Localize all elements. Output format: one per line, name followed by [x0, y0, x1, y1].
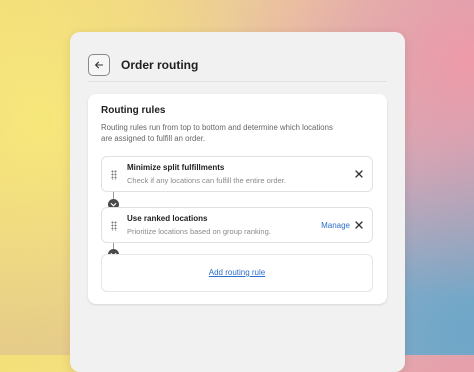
rule-title: Minimize split fulfillments — [127, 163, 225, 172]
arrow-left-icon — [95, 61, 104, 69]
rule-description: Prioritize locations based on group rank… — [127, 227, 271, 236]
add-routing-rule-link[interactable]: Add routing rule — [102, 268, 372, 277]
rule-description: Check if any locations can fulfill the e… — [127, 176, 286, 185]
page-title: Order routing — [121, 58, 199, 72]
remove-rule-button[interactable] — [352, 218, 366, 232]
rule-title: Use ranked locations — [127, 214, 208, 223]
remove-rule-button[interactable] — [352, 167, 366, 181]
card-description: Routing rules run from top to bottom and… — [101, 123, 333, 143]
rule-use-ranked-locations[interactable]: Use ranked locations Prioritize location… — [101, 207, 373, 243]
close-icon — [355, 221, 363, 229]
manage-link[interactable]: Manage — [321, 221, 350, 230]
card-title: Routing rules — [101, 105, 166, 116]
drag-handle-icon[interactable] — [111, 221, 117, 231]
rule-minimize-split-fulfillments[interactable]: Minimize split fulfillments Check if any… — [101, 156, 373, 192]
order-routing-panel: Order routing Routing rules Routing rule… — [70, 32, 405, 372]
close-icon — [355, 170, 363, 178]
back-button[interactable] — [88, 54, 110, 76]
drag-handle-icon[interactable] — [111, 170, 117, 180]
header-divider — [88, 81, 387, 82]
routing-rules-card: Routing rules Routing rules run from top… — [88, 94, 387, 304]
add-rule-area: Add routing rule — [101, 254, 373, 292]
page-header: Order routing — [88, 50, 387, 80]
